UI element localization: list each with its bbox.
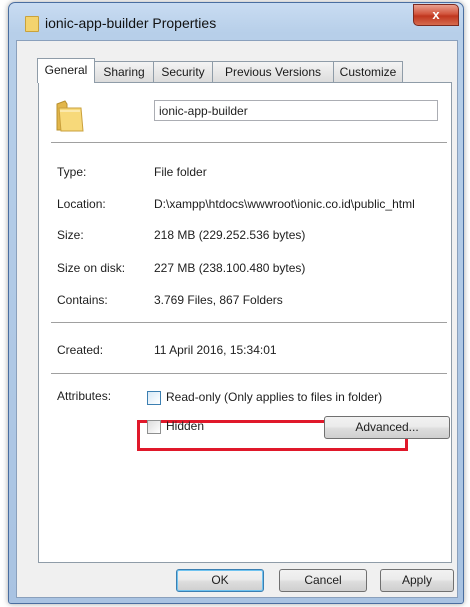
- size-value: 218 MB (229.252.536 bytes): [154, 228, 306, 242]
- readonly-checkbox[interactable]: [147, 391, 161, 405]
- tab-customize[interactable]: Customize: [333, 61, 403, 82]
- contains-value: 3.769 Files, 867 Folders: [154, 293, 283, 307]
- size-label: Size:: [57, 228, 84, 242]
- tab-sharing[interactable]: Sharing: [94, 61, 154, 82]
- type-value: File folder: [154, 165, 207, 179]
- hidden-label[interactable]: Hidden: [166, 419, 204, 433]
- folder-name-input[interactable]: [154, 100, 438, 121]
- type-label: Type:: [57, 165, 87, 179]
- contains-label: Contains:: [57, 293, 108, 307]
- hidden-checkbox[interactable]: [147, 420, 161, 434]
- size-on-disk-label: Size on disk:: [57, 261, 126, 275]
- close-icon: x: [432, 7, 440, 22]
- window-title: ionic-app-builder Properties: [45, 15, 217, 31]
- title-bar[interactable]: ionic-app-builder Properties x: [9, 3, 463, 41]
- folder-icon: [56, 100, 84, 132]
- general-panel: Type: File folder Location: D:\xampp\htd…: [38, 82, 452, 563]
- advanced-button[interactable]: Advanced...: [324, 416, 450, 439]
- separator: [51, 142, 447, 144]
- size-on-disk-value: 227 MB (238.100.480 bytes): [154, 261, 306, 275]
- readonly-label[interactable]: Read-only (Only applies to files in fold…: [166, 390, 382, 404]
- apply-button[interactable]: Apply: [380, 569, 454, 592]
- location-label: Location:: [57, 197, 106, 211]
- folder-title-icon: [25, 16, 39, 32]
- separator: [51, 373, 447, 375]
- tab-security[interactable]: Security: [153, 61, 213, 82]
- location-value: D:\xampp\htdocs\wwwroot\ionic.co.id\publ…: [154, 197, 415, 211]
- attributes-label: Attributes:: [57, 389, 112, 403]
- ok-button[interactable]: OK: [176, 569, 264, 592]
- cancel-button[interactable]: Cancel: [279, 569, 367, 592]
- separator: [51, 322, 447, 324]
- created-value: 11 April 2016, 15:34:01: [154, 343, 277, 357]
- close-button[interactable]: x: [413, 4, 459, 26]
- tab-general[interactable]: General: [37, 58, 95, 83]
- tab-previous-versions[interactable]: Previous Versions: [212, 61, 334, 82]
- dialog-body: General Sharing Security Previous Versio…: [16, 40, 458, 598]
- created-label: Created:: [57, 343, 104, 357]
- properties-window: ionic-app-builder Properties x General S…: [8, 2, 464, 604]
